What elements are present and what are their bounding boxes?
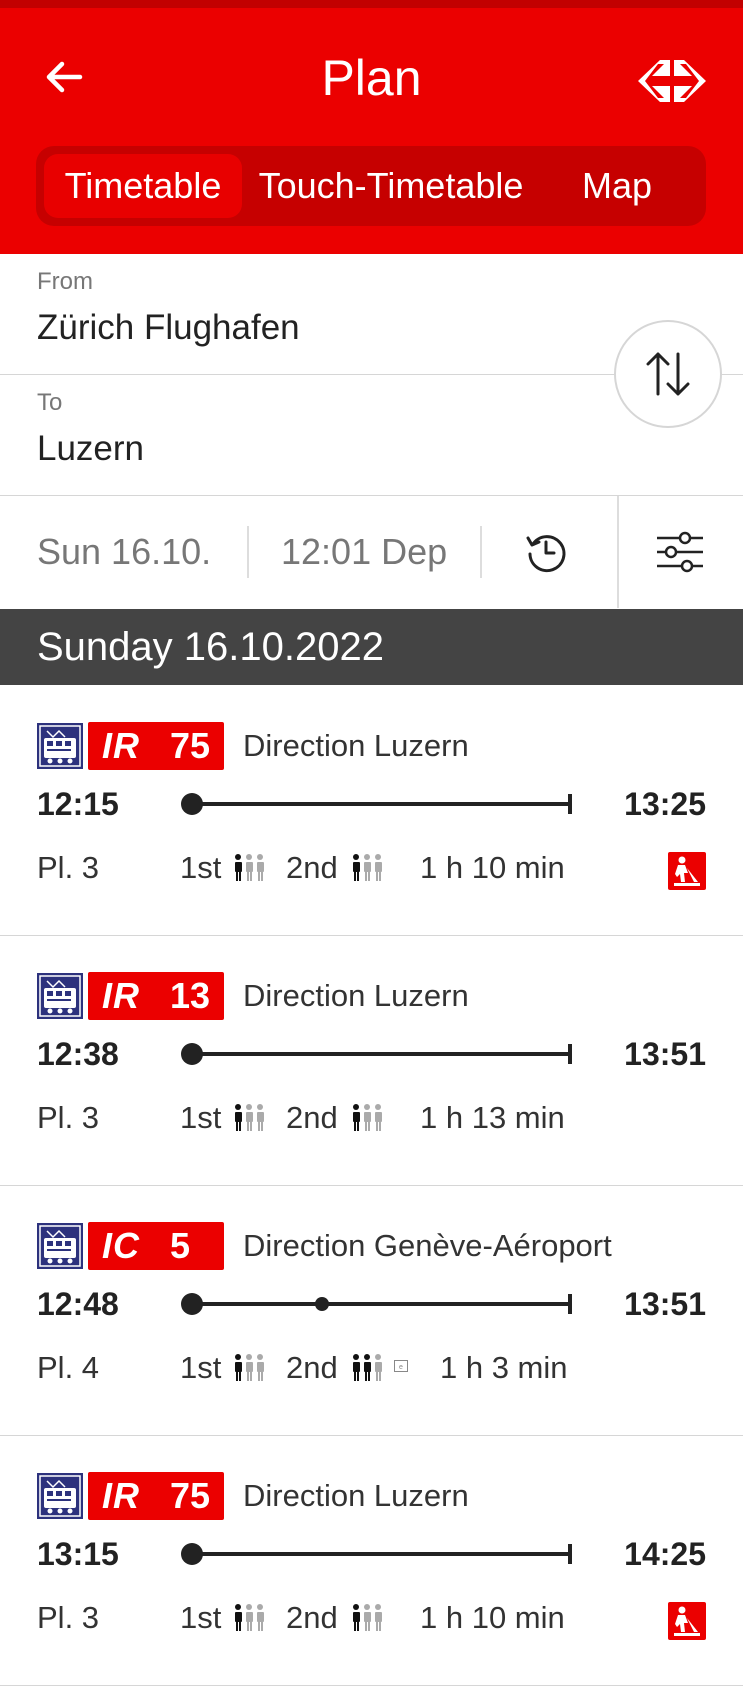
direction-label: Direction Genève-Aéroport — [243, 1228, 612, 1263]
duration-label: 1 h 3 min — [440, 1350, 568, 1385]
tab-timetable[interactable]: Timetable — [44, 154, 242, 218]
second-class-label: 2nd — [286, 1600, 338, 1635]
second-class-occupancy-icon — [350, 1353, 384, 1383]
journey-line — [181, 1543, 572, 1565]
day-header-label: Sunday 16.10.2022 — [37, 625, 384, 669]
first-class-label: 1st — [180, 1100, 222, 1135]
arrival-time: 13:51 — [624, 1036, 706, 1072]
swap-arrows-icon — [646, 352, 690, 396]
direction-label: Direction Luzern — [243, 1478, 469, 1513]
filter-sliders-icon[interactable] — [655, 530, 705, 574]
connection-card[interactable]: IC 5 Direction Genève-Aéroport 12:48 13:51 Pl… — [0, 1186, 743, 1436]
info-small-icon: e — [394, 1360, 408, 1372]
swap-stations-button[interactable] — [614, 320, 722, 428]
first-class-label: 1st — [180, 850, 222, 885]
duration-label: 1 h 10 min — [420, 1600, 565, 1635]
second-class-occupancy-icon — [350, 853, 384, 883]
first-class-occupancy-icon — [232, 1103, 266, 1133]
direction-label: Direction Luzern — [243, 728, 469, 763]
svg-text:e: e — [399, 1364, 403, 1371]
journey-line — [181, 793, 572, 815]
first-class-occupancy-icon — [232, 853, 266, 883]
view-tabs: Timetable Touch-Timetable Map — [36, 146, 706, 226]
first-class-label: 1st — [180, 1600, 222, 1635]
departure-time: 12:38 — [37, 1036, 119, 1072]
day-header: Sunday 16.10.2022 — [0, 609, 743, 685]
train-number: 13 — [170, 975, 211, 1016]
construction-warning-icon[interactable] — [668, 1602, 706, 1640]
platform-label: Pl. 4 — [37, 1350, 100, 1385]
connection-card[interactable]: IR 13 Direction Luzern 12:38 13:51 Pl. 3 1st 2n… — [0, 936, 743, 1186]
first-class-occupancy-icon — [232, 1603, 266, 1633]
duration-label: 1 h 13 min — [420, 1100, 565, 1135]
date-selector[interactable]: Sun 16.10. — [37, 530, 211, 574]
first-class-label: 1st — [180, 1350, 222, 1385]
second-class-label: 2nd — [286, 850, 338, 885]
divider — [617, 496, 619, 608]
train-number: 75 — [170, 725, 211, 766]
app-header: Plan Timetable Touch-Timetable Map — [0, 8, 743, 254]
from-value: Zürich Flughafen — [37, 308, 300, 347]
journey-line — [181, 1293, 572, 1315]
second-class-occupancy-icon — [350, 1103, 384, 1133]
connection-card[interactable]: IR 75 Direction Luzern 12:15 13:25 Pl. 3 1st 2n… — [0, 686, 743, 936]
train-icon — [37, 973, 83, 1019]
train-category: IC — [102, 1225, 140, 1266]
second-class-label: 2nd — [286, 1350, 338, 1385]
to-value: Luzern — [37, 429, 145, 468]
train-line-badge: IR 75 — [88, 722, 224, 770]
arrival-time: 14:25 — [624, 1536, 706, 1572]
tab-map[interactable]: Map — [542, 154, 692, 218]
to-label: To — [37, 389, 63, 416]
departure-time: 12:48 — [37, 1286, 119, 1322]
duration-label: 1 h 10 min — [420, 850, 565, 885]
train-icon — [37, 1473, 83, 1519]
divider — [480, 526, 482, 578]
train-line-badge: IC 5 — [88, 1222, 224, 1270]
train-number: 5 — [170, 1225, 191, 1266]
departure-time: 13:15 — [37, 1536, 119, 1572]
train-category: IR — [102, 1475, 140, 1516]
intermediate-stop-marker — [315, 1297, 329, 1311]
status-bar-strip — [0, 0, 743, 8]
tab-touch-timetable[interactable]: Touch-Timetable — [256, 154, 526, 218]
platform-label: Pl. 3 — [37, 850, 100, 885]
journey-line — [181, 1043, 572, 1065]
train-icon — [37, 1223, 83, 1269]
direction-label: Direction Luzern — [243, 978, 469, 1013]
connection-card[interactable]: IR 75 Direction Luzern 13:15 14:25 Pl. 3 1st 2n… — [0, 1436, 743, 1686]
from-label: From — [37, 268, 93, 295]
arrival-time: 13:25 — [624, 786, 706, 822]
train-number: 75 — [170, 1475, 211, 1516]
train-category: IR — [102, 975, 140, 1016]
platform-label: Pl. 3 — [37, 1100, 100, 1135]
construction-warning-icon[interactable] — [668, 852, 706, 890]
page-title: Plan — [321, 50, 422, 106]
first-class-occupancy-icon — [232, 1353, 266, 1383]
divider — [0, 1685, 743, 1686]
time-selector[interactable]: 12:01 Dep — [281, 530, 447, 574]
departure-time: 12:15 — [37, 786, 119, 822]
platform-label: Pl. 3 — [37, 1600, 100, 1635]
train-icon — [37, 723, 83, 769]
train-line-badge: IR 75 — [88, 1472, 224, 1520]
now-history-icon[interactable] — [524, 530, 568, 574]
second-class-label: 2nd — [286, 1100, 338, 1135]
arrival-time: 13:51 — [624, 1286, 706, 1322]
train-line-badge: IR 13 — [88, 972, 224, 1020]
sbb-logo-icon — [638, 60, 706, 102]
train-category: IR — [102, 725, 140, 766]
second-class-occupancy-icon — [350, 1603, 384, 1633]
date-time-row: Sun 16.10. 12:01 Dep — [0, 496, 743, 608]
divider — [247, 526, 249, 578]
